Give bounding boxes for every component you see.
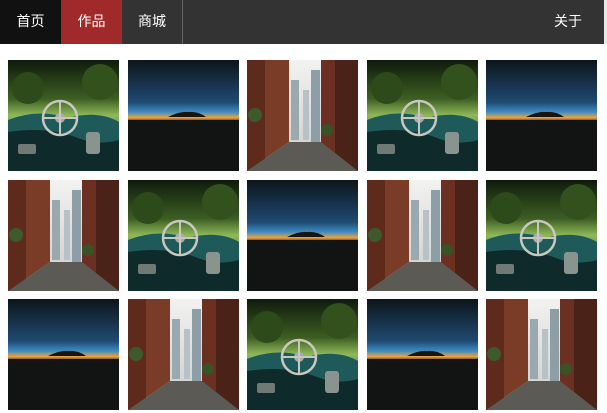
nav-home[interactable]: 首页 [0, 0, 61, 44]
gallery-thumbnail[interactable] [486, 180, 597, 291]
horizon-photo [486, 60, 597, 171]
car-photo [486, 180, 597, 291]
gallery-thumbnail[interactable] [8, 60, 119, 171]
gallery-thumbnail[interactable] [128, 180, 239, 291]
gallery-thumbnail[interactable] [247, 299, 358, 410]
gallery-thumbnail[interactable] [128, 60, 239, 171]
gallery-thumbnail[interactable] [8, 180, 119, 291]
gallery-thumbnail[interactable] [247, 180, 358, 291]
gallery-thumbnail[interactable] [8, 299, 119, 410]
gallery-thumbnail[interactable] [247, 60, 358, 171]
horizon-photo [128, 60, 239, 171]
gallery-thumbnail[interactable] [367, 299, 478, 410]
alley-photo [247, 60, 358, 171]
car-photo [128, 180, 239, 291]
alley-photo [8, 180, 119, 291]
gallery-thumbnail[interactable] [486, 60, 597, 171]
nav-shop[interactable]: 商城 [122, 0, 183, 44]
alley-photo [128, 299, 239, 410]
gallery-thumbnail[interactable] [367, 180, 478, 291]
gallery-thumbnail[interactable] [128, 299, 239, 410]
car-photo [367, 60, 478, 171]
horizon-photo [367, 299, 478, 410]
alley-photo [486, 299, 597, 410]
nav-works[interactable]: 作品 [61, 0, 122, 44]
gallery-thumbnail[interactable] [486, 299, 597, 410]
alley-photo [367, 180, 478, 291]
horizon-photo [8, 299, 119, 410]
gallery-thumbnail[interactable] [367, 60, 478, 171]
top-nav: 首页 作品 商城 关于 [0, 0, 607, 44]
car-photo [8, 60, 119, 171]
nav-about[interactable]: 关于 [548, 0, 588, 44]
car-photo [247, 299, 358, 410]
horizon-photo [247, 180, 358, 291]
